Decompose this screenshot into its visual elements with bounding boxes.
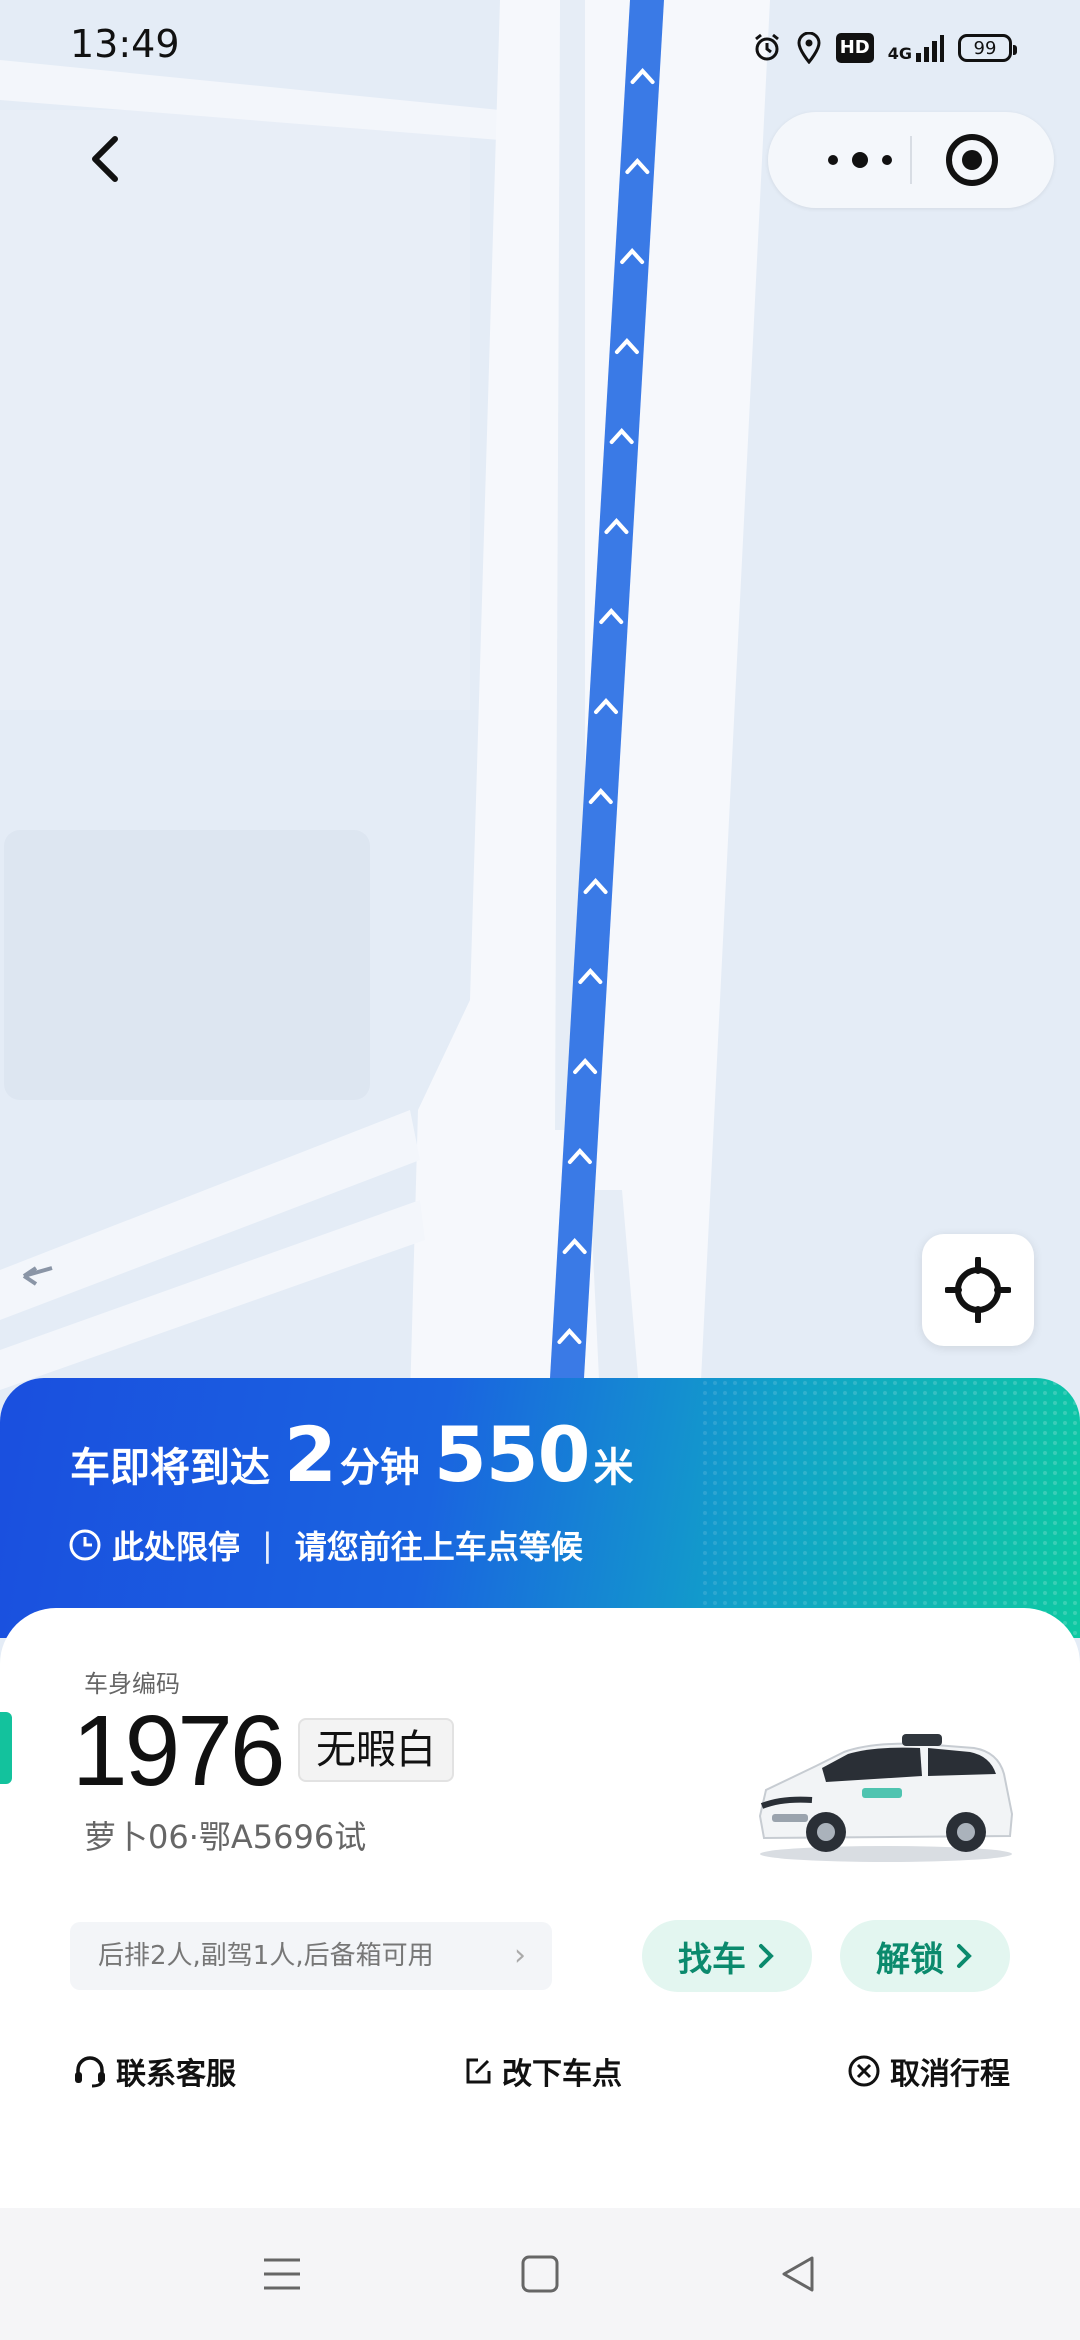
notice-parking: 此处限停 [112, 1528, 241, 1566]
seat-info-text: 后排2人,副驾1人,后备箱可用 [98, 1941, 434, 1971]
menu-icon [264, 2258, 300, 2290]
close-mini-program-button[interactable] [944, 132, 1000, 188]
hd-icon: HD [835, 33, 874, 63]
eta-headline: 车即将到达 2 分钟 550 米 [70, 1410, 634, 1499]
cancel-trip-button[interactable]: 取消行程 [846, 2048, 1010, 2094]
recent-apps-button[interactable] [256, 2248, 308, 2300]
vehicle-plate: 萝卜06·鄂A5696试 [84, 1818, 367, 1856]
back-button[interactable] [70, 124, 140, 194]
home-square-icon [521, 2255, 559, 2293]
unlock-label: 解锁 [876, 1939, 944, 1980]
4g-signal-icon: 4G [888, 33, 944, 63]
find-car-button[interactable]: 找车 [642, 1920, 812, 1992]
chevron-left-icon [92, 136, 118, 182]
edit-icon [466, 2058, 491, 2084]
find-car-label: 找车 [678, 1939, 746, 1980]
eta-distance-unit: 米 [593, 1445, 634, 1491]
mini-program-capsule [768, 112, 1054, 208]
notice-wait: 请您前往上车点等候 [294, 1528, 583, 1566]
more-button[interactable] [800, 134, 920, 186]
back-triangle-icon [782, 2256, 814, 2292]
system-nav-bar [0, 2208, 1080, 2340]
headset-icon [75, 2056, 105, 2088]
crosshair-icon [945, 1257, 1011, 1323]
vehicle-image [758, 1734, 1014, 1862]
battery-icon: 99 [958, 34, 1017, 62]
eta-prefix: 车即将到达 [70, 1445, 270, 1491]
seat-info-row[interactable]: 后排2人,副驾1人,后备箱可用 › [70, 1922, 552, 1990]
vehicle-number: 1976 [72, 1695, 285, 1807]
map-block [0, 110, 470, 710]
change-dropoff-label: 改下车点 [502, 2057, 622, 2092]
status-icons: HD 4G 99 [752, 28, 1017, 68]
capsule-divider [910, 136, 912, 184]
chevron-right-icon: › [514, 1938, 526, 1973]
more-dots-icon [828, 152, 892, 168]
eta-banner: 车即将到达 2 分钟 550 米 此处限停 | 请您前往上车点等候 [0, 1378, 1080, 1638]
eta-minutes: 2 [284, 1410, 337, 1499]
location-icon [796, 32, 822, 64]
clock-icon [69, 1529, 101, 1561]
network-type-label: 4G [887, 44, 912, 63]
system-back-button[interactable] [772, 2248, 824, 2300]
contact-service-label: 联系客服 [116, 2057, 236, 2092]
chevron-right-icon [759, 1944, 774, 1968]
eta-distance: 550 [433, 1410, 591, 1499]
unlock-button[interactable]: 解锁 [840, 1920, 1010, 1992]
eta-minutes-unit: 分钟 [339, 1445, 420, 1491]
vehicle-code-label: 车身编码 [84, 1670, 180, 1698]
close-circle-icon [848, 2055, 880, 2087]
card-accent-tab [0, 1712, 12, 1784]
status-bar: 13:49 HD 4G 99 [0, 0, 1080, 96]
map-view[interactable] [0, 0, 1080, 1400]
vehicle-color-name: 无暇白 [298, 1718, 454, 1782]
status-time: 13:49 [70, 22, 180, 66]
home-button[interactable] [514, 2248, 566, 2300]
chevron-right-icon [957, 1944, 972, 1968]
alarm-icon [752, 33, 782, 63]
change-dropoff-button[interactable]: 改下车点 [462, 2048, 622, 2094]
battery-level: 99 [973, 37, 997, 59]
cancel-trip-label: 取消行程 [890, 2057, 1010, 2092]
map-building [4, 830, 370, 1100]
eta-notice: 此处限停 | 请您前往上车点等候 [68, 1522, 583, 1568]
relocate-button[interactable] [922, 1234, 1034, 1346]
target-circle-icon [946, 134, 998, 186]
contact-service-button[interactable]: 联系客服 [72, 2048, 236, 2094]
notice-separator: | [262, 1526, 273, 1564]
